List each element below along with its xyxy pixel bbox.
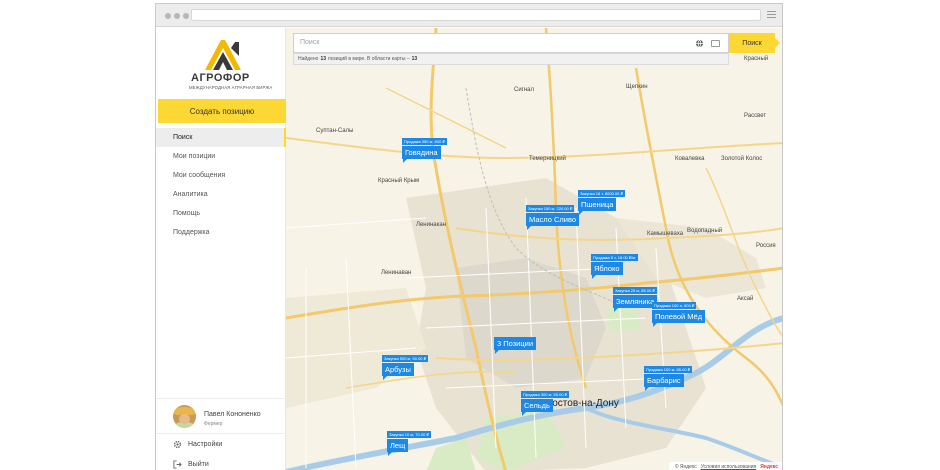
logo-name: АГРОФОР — [191, 72, 250, 84]
logout-link[interactable]: Выйти — [173, 460, 209, 469]
map-terms-link[interactable]: Условия использования — [701, 464, 757, 470]
marker-name: Пшеница — [581, 200, 614, 209]
marker-name: Яблоко — [594, 264, 620, 273]
search-results-summary: Найдено 13 позиций в мире. В области кар… — [293, 53, 729, 65]
results-text-2: позиций в мире. В области карты – — [328, 56, 410, 62]
logout-icon — [173, 460, 182, 469]
city-label: Ростов-на-Дону — [546, 398, 619, 409]
marker-price: Закупка 18 т, 8000.00 ₽ — [578, 190, 626, 197]
window-controls — [165, 13, 189, 19]
browser-window: АГРОФОР МЕЖДУНАРОДНАЯ АГРАРНАЯ БИРЖА Соз… — [155, 3, 783, 470]
marker-name: Говядина — [405, 148, 438, 157]
map-marker[interactable]: Закупка 10 кг, 70.00 ₽ Лещ — [387, 431, 431, 456]
logout-label: Выйти — [188, 461, 209, 468]
settings-label: Настройки — [188, 441, 223, 448]
avatar — [173, 405, 196, 428]
marker-name: Полевой Мёд — [655, 312, 703, 321]
marker-name: Сельдь — [524, 401, 550, 410]
marker-price: Закупка 25 кг, 85.00 ₽ — [613, 287, 657, 294]
map-marker[interactable]: Закупка 150 кг, 220.00 ₽ Масло Сливо — [526, 205, 580, 230]
place-label: Водопадный — [687, 228, 723, 234]
map-marker[interactable]: Продажа 100 кг, 85.00 ₽ Барбарис — [644, 366, 693, 391]
sidebar-item-analytics[interactable]: Аналитика — [156, 185, 286, 204]
browser-toolbar — [156, 4, 782, 27]
window-dot[interactable] — [165, 13, 171, 19]
user-profile[interactable]: Павел Кононенко Фермер — [156, 398, 286, 434]
results-count-world: 13 — [320, 56, 326, 62]
place-label: Россия — [756, 243, 776, 249]
place-label: Сигнал — [514, 87, 535, 93]
user-name: Павел Кононенко — [204, 411, 261, 418]
results-text-1: Найдено — [298, 56, 319, 62]
marker-price: Продажа 300 кг, 55.00 ₽ — [521, 391, 570, 398]
window-dot[interactable] — [183, 13, 189, 19]
marker-price: Продажа 350 кг, 800 ₽ — [402, 138, 447, 145]
marker-price: Продажа 100 кг, 85.00 ₽ — [644, 366, 693, 373]
map-marker[interactable]: 3 Позиции — [494, 337, 537, 354]
sidebar-item-support[interactable]: Поддержка — [156, 223, 286, 242]
place-label: Аксай — [737, 296, 754, 302]
marker-price: Закупка 10 кг, 70.00 ₽ — [387, 431, 431, 438]
map-search-bar: Поиск — [293, 33, 729, 53]
sidebar-item-my-messages[interactable]: Мои сообщения — [156, 166, 286, 185]
hamburger-menu-icon[interactable] — [767, 11, 776, 19]
place-label: Темерницкий — [529, 156, 566, 162]
map-footer: © Яндекс Условия использования Яндекс — [668, 462, 782, 470]
place-label: Ленинаван — [381, 270, 412, 276]
place-label: Рассвет — [744, 113, 767, 119]
marker-name: 3 Позиции — [497, 339, 534, 348]
sidebar: АГРОФОР МЕЖДУНАРОДНАЯ АГРАРНАЯ БИРЖА Соз… — [156, 28, 286, 470]
gear-icon — [173, 440, 182, 449]
marker-name: Арбузы — [385, 365, 411, 374]
map-marker[interactable]: Закупка 500 кг, 50.00 ₽ Арбузы — [382, 355, 429, 380]
address-bar[interactable] — [191, 9, 761, 21]
map-copyright: © Яндекс — [674, 464, 697, 470]
place-label: Суптан-Салы — [316, 128, 354, 134]
marker-name: Барбарис — [647, 376, 681, 385]
results-count-area: 13 — [411, 56, 418, 62]
yandex-logo: Яндекс — [760, 464, 778, 470]
sidebar-item-help[interactable]: Помощь — [156, 204, 286, 223]
place-label: Красный Крым — [378, 178, 420, 184]
place-label: Камышеваха — [647, 231, 684, 237]
map-marker[interactable]: Продажа 5 т, 18.00 ₽/кг Яблоко — [591, 254, 638, 279]
user-role: Фермер — [204, 421, 223, 427]
place-label: Ленинакан — [416, 222, 446, 228]
marker-price: Продажа 100 л, 800 ₽ — [652, 302, 697, 309]
globe-icon[interactable] — [695, 39, 704, 48]
search-button[interactable]: Поиск — [729, 33, 780, 53]
logo-roof-icon — [205, 40, 241, 70]
keyboard-icon[interactable] — [711, 40, 720, 47]
sidebar-item-search[interactable]: Поиск — [156, 128, 286, 147]
marker-price: Закупка 150 кг, 220.00 ₽ — [526, 205, 575, 212]
search-input[interactable]: Поиск — [300, 39, 319, 46]
create-position-button[interactable]: Создать позицию — [158, 99, 286, 123]
map-view[interactable]: Поиск Поиск Найдено 13 позиций в мире. В… — [286, 28, 782, 470]
place-label: Ковалевка — [675, 156, 705, 162]
map-marker[interactable]: Продажа 100 л, 800 ₽ Полевой Мёд — [652, 302, 706, 327]
map-marker[interactable]: Продажа 300 кг, 55.00 ₽ Сельдь — [521, 391, 570, 416]
marker-name: Земляника — [616, 297, 655, 306]
map-marker[interactable]: Закупка 25 кг, 85.00 ₽ Земляника — [613, 287, 658, 312]
window-dot[interactable] — [174, 13, 180, 19]
marker-price: Продажа 5 т, 18.00 ₽/кг — [591, 254, 638, 261]
sidebar-nav: Поиск Мои позиции Мои сообщения Аналитик… — [156, 128, 286, 242]
marker-name: Масло Сливо — [529, 215, 577, 224]
logo-tagline: МЕЖДУНАРОДНАЯ АГРАРНАЯ БИРЖА — [189, 85, 273, 90]
settings-link[interactable]: Настройки — [173, 440, 222, 449]
logo[interactable]: АГРОФОР МЕЖДУНАРОДНАЯ АГРАРНАЯ БИРЖА — [183, 34, 283, 96]
place-label: Щепкин — [626, 84, 648, 90]
marker-price: Закупка 500 кг, 50.00 ₽ — [382, 355, 429, 362]
sidebar-item-my-positions[interactable]: Мои позиции — [156, 147, 286, 166]
marker-name: Лещ — [390, 441, 406, 450]
map-marker[interactable]: Закупка 18 т, 8000.00 ₽ Пшеница — [578, 190, 626, 215]
map-marker[interactable]: Продажа 350 кг, 800 ₽ Говядина — [402, 138, 447, 163]
place-label: Красный — [744, 56, 769, 62]
place-label: Золотой Колос — [721, 156, 763, 162]
